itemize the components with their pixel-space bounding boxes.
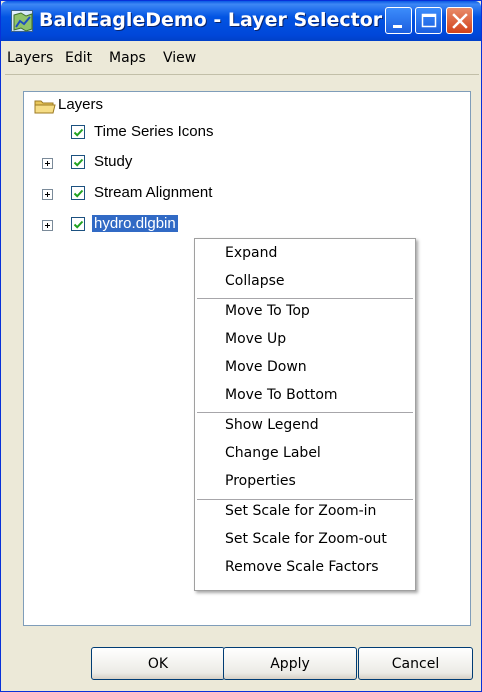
menu-item-move-to-top[interactable]: Move To Top: [225, 303, 310, 319]
tree-item-time-series-icons[interactable]: Time Series Icons: [24, 123, 324, 144]
layer-selector-window: BaldEagleDemo - Layer Selector Layers Ed…: [0, 0, 482, 692]
maximize-icon: [421, 13, 437, 28]
map-icon: [11, 10, 33, 32]
cancel-button[interactable]: Cancel: [358, 647, 473, 680]
menu-separator: [197, 412, 413, 413]
menu-edit[interactable]: Edit: [65, 50, 92, 66]
tree-item-label: Time Series Icons: [94, 123, 214, 140]
plus-expander-icon[interactable]: [42, 189, 53, 200]
menu-item-move-up[interactable]: Move Up: [225, 331, 286, 347]
menu-item-set-scale-zoom-in[interactable]: Set Scale for Zoom-in: [225, 503, 376, 519]
checkmark-icon: [73, 220, 84, 229]
menu-item-set-scale-zoom-out[interactable]: Set Scale for Zoom-out: [225, 531, 387, 547]
folder-icon: [34, 100, 56, 114]
plus-expander-icon[interactable]: [42, 158, 53, 169]
checkmark-icon: [73, 189, 84, 198]
checkbox-hydro-dlgbin[interactable]: [71, 217, 85, 231]
title-bar[interactable]: BaldEagleDemo - Layer Selector: [1, 1, 481, 41]
plus-expander-icon[interactable]: [42, 220, 53, 231]
menu-bar: Layers Edit Maps View: [5, 42, 479, 75]
ok-button[interactable]: OK: [91, 647, 225, 680]
checkmark-icon: [73, 158, 84, 167]
tree-item-label-selected: hydro.dlgbin: [92, 215, 178, 232]
menu-item-move-to-bottom[interactable]: Move To Bottom: [225, 387, 338, 403]
window-title: BaldEagleDemo - Layer Selector: [39, 9, 383, 31]
menu-item-properties[interactable]: Properties: [225, 473, 296, 489]
checkmark-icon: [73, 128, 84, 137]
minimize-icon: [393, 25, 402, 28]
menu-item-expand[interactable]: Expand: [225, 245, 277, 261]
tree-root-label: Layers: [58, 96, 104, 113]
close-button[interactable]: [446, 7, 473, 34]
tree-item-label: Study: [94, 153, 133, 170]
checkbox-stream-alignment[interactable]: [71, 186, 85, 200]
maximize-button[interactable]: [415, 7, 442, 34]
tree-item-stream-alignment[interactable]: Stream Alignment: [24, 184, 324, 205]
tree-item-label: Stream Alignment: [94, 184, 213, 201]
tree-root-layers[interactable]: Layers: [34, 96, 234, 116]
checkbox-time-series-icons[interactable]: [71, 125, 85, 139]
menu-item-show-legend[interactable]: Show Legend: [225, 417, 319, 433]
menu-maps[interactable]: Maps: [109, 50, 146, 66]
menu-layers[interactable]: Layers: [7, 50, 53, 66]
tree-item-hydro-dlgbin[interactable]: hydro.dlgbin: [24, 215, 324, 236]
close-icon: [452, 13, 468, 29]
minimize-button[interactable]: [385, 7, 412, 34]
menu-item-move-down[interactable]: Move Down: [225, 359, 307, 375]
menu-item-collapse[interactable]: Collapse: [225, 273, 285, 289]
tree-item-study[interactable]: Study: [24, 153, 324, 174]
menu-item-change-label[interactable]: Change Label: [225, 445, 321, 461]
menu-separator: [197, 298, 413, 299]
menu-separator: [197, 499, 413, 500]
menu-item-remove-scale-factors[interactable]: Remove Scale Factors: [225, 559, 379, 575]
apply-button[interactable]: Apply: [223, 647, 357, 680]
context-menu: Expand Collapse Move To Top Move Up Move…: [194, 238, 416, 591]
menu-view[interactable]: View: [163, 50, 196, 66]
checkbox-study[interactable]: [71, 155, 85, 169]
